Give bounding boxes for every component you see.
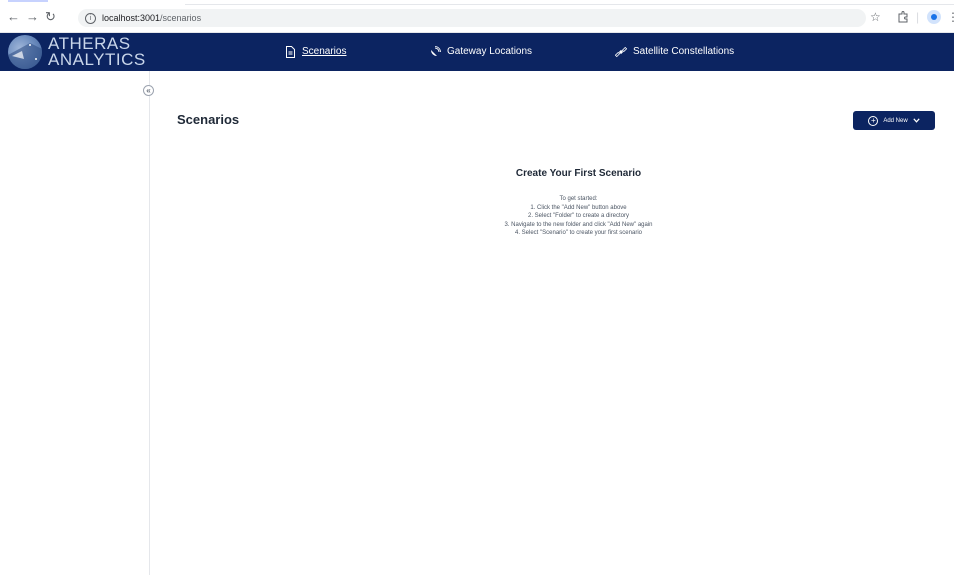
atheras-logo-icon[interactable] bbox=[8, 35, 42, 69]
toolbar-divider: | bbox=[916, 10, 920, 24]
tab-strip-divider bbox=[185, 4, 954, 5]
url-host: localhost:3001 bbox=[102, 13, 161, 23]
add-new-button[interactable]: + Add New bbox=[853, 111, 935, 130]
brand-wordmark[interactable]: ATHERAS ANALYTICS bbox=[48, 35, 146, 69]
empty-state-line: To get started: bbox=[559, 196, 598, 202]
empty-state-line: 3. Navigate to the new folder and click … bbox=[504, 221, 653, 228]
empty-state-line: 2. Select "Folder" to create a directory bbox=[528, 213, 629, 219]
brand-line2: ANALYTICS bbox=[48, 50, 146, 69]
nav-satellite-constellations[interactable]: Satellite Constellations bbox=[615, 45, 734, 59]
reload-icon[interactable]: ↻ bbox=[45, 9, 56, 25]
nav-gateway-locations[interactable]: Gateway Locations bbox=[429, 45, 532, 59]
active-tab-indicator bbox=[8, 0, 48, 2]
profile-avatar[interactable] bbox=[927, 10, 941, 24]
empty-state: Create Your First Scenario To get starte… bbox=[300, 168, 857, 238]
empty-state-title: Create Your First Scenario bbox=[515, 168, 642, 179]
chevron-down-icon bbox=[913, 118, 920, 123]
url-path: /scenarios bbox=[160, 13, 202, 23]
forward-arrow-icon[interactable]: → bbox=[26, 9, 39, 25]
empty-state-line: 4. Select "Scenario" to create your firs… bbox=[515, 230, 642, 236]
satellite-icon bbox=[615, 46, 627, 58]
nav-gateway-label: Gateway Locations bbox=[447, 46, 533, 57]
plus-circle-icon: + bbox=[868, 115, 879, 126]
add-new-label: Add New bbox=[883, 117, 908, 124]
document-icon bbox=[286, 46, 295, 58]
sidebar bbox=[0, 71, 150, 575]
site-info-icon[interactable]: i bbox=[85, 12, 96, 24]
nav-satellite-label: Satellite Constellations bbox=[633, 46, 735, 57]
collapse-sidebar-icon[interactable]: « bbox=[143, 85, 154, 96]
nav-scenarios[interactable]: Scenarios bbox=[285, 45, 346, 59]
star-icon[interactable]: ☆ bbox=[870, 9, 881, 25]
nav-scenarios-label: Scenarios bbox=[302, 46, 347, 57]
page-title: Scenarios bbox=[177, 112, 240, 127]
app-header: ATHERAS ANALYTICS Scenarios Gateway Loca… bbox=[0, 33, 954, 71]
address-bar[interactable]: i localhost:3001/scenarios bbox=[78, 9, 866, 27]
back-arrow-icon[interactable]: ← bbox=[7, 9, 20, 25]
browser-toolbar: ← → ↻ i localhost:3001/scenarios ☆ | ⋮ bbox=[0, 0, 954, 33]
empty-state-line: 1. Click the "Add New" button above bbox=[530, 204, 627, 211]
puzzle-icon[interactable] bbox=[897, 9, 909, 27]
kebab-menu-icon[interactable]: ⋮ bbox=[947, 9, 954, 25]
satellite-dish-icon bbox=[431, 46, 441, 56]
